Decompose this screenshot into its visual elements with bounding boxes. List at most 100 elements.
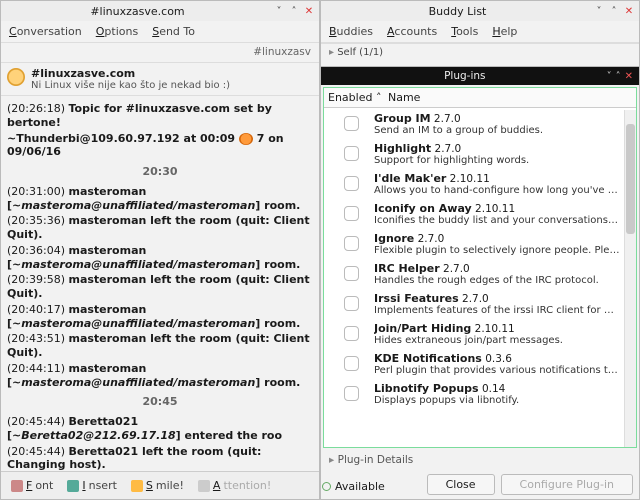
plugin-desc: Handles the rough edges of the IRC proto… <box>374 275 620 286</box>
col-enabled[interactable]: Enabled ˄ <box>328 91 388 104</box>
plugin-name: Iconify on Away 2.10.11 <box>374 202 620 215</box>
plugin-row[interactable]: I'dle Mak'er 2.10.11Allows you to hand-c… <box>324 170 624 200</box>
menu-options[interactable]: Options <box>96 25 138 38</box>
plugins-header: Enabled ˄ Name <box>324 88 636 108</box>
plugin-name: Group IM 2.7.0 <box>374 112 620 125</box>
status-indicator[interactable]: Available <box>322 480 385 493</box>
chat-line: ~Thunderbi@109.60.97.192 at 00:09 7 on 0… <box>7 132 313 160</box>
available-icon <box>322 482 331 491</box>
buddy-titlebar[interactable]: Buddy List ˅ ˄ ✕ <box>321 1 639 21</box>
toolbar-smile[interactable]: Smile! <box>127 477 188 494</box>
maximize-icon[interactable]: ˄ <box>288 5 300 17</box>
plugin-desc: Displays popups via libnotify. <box>374 395 620 406</box>
plugin-enable-checkbox[interactable] <box>328 142 374 166</box>
plugin-enable-checkbox[interactable] <box>328 292 374 316</box>
maximize-icon[interactable]: ˄ <box>616 71 621 82</box>
close-icon[interactable]: ✕ <box>625 71 633 82</box>
buddy-menubar: Buddies Accounts Tools Help <box>321 21 639 43</box>
chat-log[interactable]: (20:26:18) Topic for #linuxzasve.com set… <box>1 96 319 471</box>
toolbar-icon <box>67 480 79 492</box>
buddy-group-self[interactable]: Self (1/1) <box>321 43 639 61</box>
scrollbar-thumb[interactable] <box>626 124 635 234</box>
chat-line: (20:35:36) masteroman left the room (qui… <box>7 214 313 242</box>
maximize-icon[interactable]: ˄ <box>608 5 620 17</box>
conv-topic: #linuxzasve.com Ni Linux više nije kao š… <box>1 63 319 96</box>
status-text: Available <box>335 480 385 493</box>
chat-line: (20:39:58) masteroman left the room (qui… <box>7 273 313 301</box>
chat-line: (20:45:44) Beretta021 left the room (qui… <box>7 445 313 472</box>
minimize-icon[interactable]: ˅ <box>607 71 612 82</box>
plugin-row[interactable]: Group IM 2.7.0Send an IM to a group of b… <box>324 110 624 140</box>
plugin-enable-checkbox[interactable] <box>328 262 374 286</box>
plugin-desc: Implements features of the irssi IRC cli… <box>374 305 620 316</box>
menu-conversation[interactable]: Conversation <box>9 25 82 38</box>
plugin-row[interactable]: KDE Notifications 0.3.6Perl plugin that … <box>324 350 624 380</box>
plugin-enable-checkbox[interactable] <box>328 352 374 376</box>
plugin-row[interactable]: Iconify on Away 2.10.11Iconifies the bud… <box>324 200 624 230</box>
plugins-title: Plug-ins <box>327 70 603 82</box>
toolbar-insert[interactable]: Insert <box>63 477 121 494</box>
plugins-titlebar[interactable]: Plug-ins ˅ ˄ ✕ <box>321 67 639 85</box>
plugin-desc: Flexible plugin to selectively ignore pe… <box>374 245 620 256</box>
close-icon[interactable]: ✕ <box>303 5 315 17</box>
plugin-desc: Perl plugin that provides various notifi… <box>374 365 620 376</box>
conv-tab[interactable]: #linuxzasv <box>1 43 319 63</box>
menu-tools[interactable]: Tools <box>451 25 478 38</box>
topic-subtitle: Ni Linux više nije kao što je nekad bio … <box>31 80 230 91</box>
plugin-name: Irssi Features 2.7.0 <box>374 292 620 305</box>
chat-line: (20:40:17) masteroman [~masteroma@unaffi… <box>7 303 313 331</box>
col-name[interactable]: Name <box>388 91 420 104</box>
menu-accounts[interactable]: Accounts <box>387 25 437 38</box>
close-button[interactable]: Close <box>427 474 495 495</box>
menu-help[interactable]: Help <box>492 25 517 38</box>
toolbar-icon <box>198 480 210 492</box>
plugin-row[interactable]: Join/Part Hiding 2.10.11Hides extraneous… <box>324 320 624 350</box>
plugins-window: Plug-ins ˅ ˄ ✕ Enabled ˄ Name Group IM 2… <box>320 66 640 500</box>
chat-line: (20:45:44) Beretta021 [~Beretta02@212.69… <box>7 415 313 443</box>
toolbar-icon <box>11 480 23 492</box>
chat-line: 20:30 <box>7 165 313 179</box>
conv-toolbar: Font Insert Smile! Attention! <box>1 471 319 499</box>
plugin-desc: Iconifies the buddy list and your conver… <box>374 215 620 226</box>
conv-titlebar[interactable]: #linuxzasve.com ˅ ˄ ✕ <box>1 1 319 21</box>
minimize-icon[interactable]: ˅ <box>273 5 285 17</box>
toolbar-attention: Attention! <box>194 477 275 494</box>
plugin-enable-checkbox[interactable] <box>328 382 374 406</box>
plugin-name: Libnotify Popups 0.14 <box>374 382 620 395</box>
scrollbar[interactable] <box>624 110 636 447</box>
chat-line: (20:36:04) masteroman [~masteroma@unaffi… <box>7 244 313 272</box>
plugin-enable-checkbox[interactable] <box>328 322 374 346</box>
plugin-row[interactable]: Libnotify Popups 0.14Displays popups via… <box>324 380 624 410</box>
channel-icon <box>7 68 25 86</box>
close-icon[interactable]: ✕ <box>623 5 635 17</box>
plugin-name: I'dle Mak'er 2.10.11 <box>374 172 620 185</box>
plugin-desc: Allows you to hand-configure how long yo… <box>374 185 620 196</box>
plugin-enable-checkbox[interactable] <box>328 112 374 136</box>
plugin-row[interactable]: IRC Helper 2.7.0Handles the rough edges … <box>324 260 624 290</box>
plugin-row[interactable]: Irssi Features 2.7.0Implements features … <box>324 290 624 320</box>
plugin-desc: Support for highlighting words. <box>374 155 620 166</box>
toolbar-icon <box>131 480 143 492</box>
conversation-window: #linuxzasve.com ˅ ˄ ✕ Conversation Optio… <box>0 0 320 500</box>
plugin-name: Highlight 2.7.0 <box>374 142 620 155</box>
plugin-row[interactable]: Highlight 2.7.0Support for highlighting … <box>324 140 624 170</box>
chat-line: (20:43:51) masteroman left the room (qui… <box>7 332 313 360</box>
minimize-icon[interactable]: ˅ <box>593 5 605 17</box>
chat-line: (20:31:00) masteroman [~masteroma@unaffi… <box>7 185 313 213</box>
plugin-details-toggle[interactable]: Plug-in Details <box>321 450 639 470</box>
menu-buddies[interactable]: Buddies <box>329 25 373 38</box>
plugin-enable-checkbox[interactable] <box>328 172 374 196</box>
configure-plugin-button: Configure Plug-in <box>501 474 633 495</box>
plugin-row[interactable]: Ignore 2.7.0Flexible plugin to selective… <box>324 230 624 260</box>
plugin-name: KDE Notifications 0.3.6 <box>374 352 620 365</box>
plugin-desc: Hides extraneous join/part messages. <box>374 335 620 346</box>
menu-send-to[interactable]: Send To <box>152 25 195 38</box>
topic-title: #linuxzasve.com <box>31 67 230 80</box>
plugin-enable-checkbox[interactable] <box>328 232 374 256</box>
plugin-enable-checkbox[interactable] <box>328 202 374 226</box>
plugin-name: Join/Part Hiding 2.10.11 <box>374 322 620 335</box>
buddy-title: Buddy List <box>325 5 590 18</box>
toolbar-font[interactable]: Font <box>7 477 57 494</box>
conv-title: #linuxzasve.com <box>5 5 270 18</box>
plugins-list: Enabled ˄ Name Group IM 2.7.0Send an IM … <box>323 87 637 448</box>
